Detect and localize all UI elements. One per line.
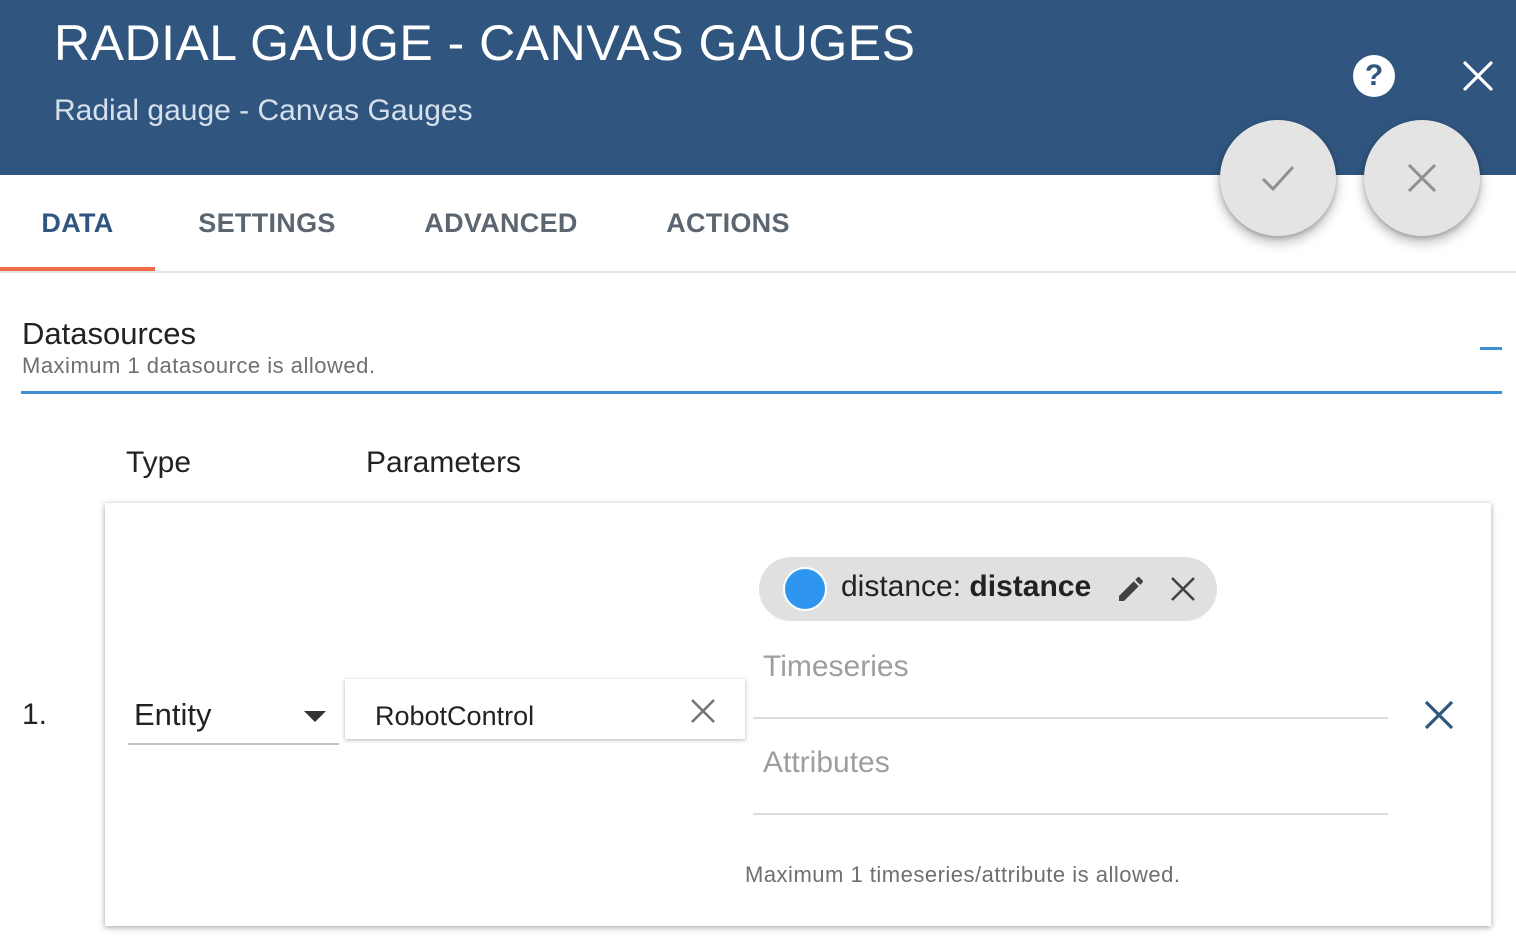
dialog-title: RADIAL GAUGE - CANVAS GAUGES [54, 15, 916, 71]
type-select-value: Entity [134, 697, 212, 732]
remove-key-icon[interactable] [1167, 573, 1199, 605]
datakey-text: distance: distance [841, 570, 1091, 604]
help-icon[interactable]: ? [1353, 55, 1395, 97]
type-select[interactable]: Entity [128, 693, 339, 745]
datasources-hint: Maximum 1 datasource is allowed. [22, 353, 376, 378]
clear-icon[interactable] [689, 697, 717, 725]
attributes-input[interactable]: Attributes [753, 739, 1388, 815]
remove-datasource-icon[interactable] [1421, 697, 1457, 733]
tab-settings[interactable]: SETTINGS [175, 175, 359, 271]
attributes-placeholder: Attributes [763, 746, 890, 779]
datakey-chip[interactable]: distance: distance [759, 557, 1217, 621]
edit-icon[interactable] [1115, 573, 1147, 605]
entity-autocomplete[interactable]: RobotControl [345, 679, 745, 739]
color-dot-icon[interactable] [783, 567, 827, 611]
datakey-label: distance [841, 570, 953, 603]
entity-value: RobotControl [375, 701, 535, 731]
timeseries-input[interactable]: Timeseries [753, 643, 1388, 719]
tab-bar: DATA SETTINGS ADVANCED ACTIONS [0, 175, 1516, 271]
column-header-parameters: Parameters [366, 446, 522, 479]
keys-hint: Maximum 1 timeseries/attribute is allowe… [745, 862, 1181, 887]
tab-actions[interactable]: ACTIONS [646, 175, 810, 271]
tab-advanced[interactable]: ADVANCED [404, 175, 598, 271]
tab-data[interactable]: DATA [0, 175, 155, 271]
section-divider [21, 391, 1502, 394]
datasource-index: 1. [22, 698, 48, 731]
tabs-divider [0, 271, 1516, 273]
datasources-title: Datasources [22, 316, 197, 351]
column-header-type: Type [126, 446, 192, 479]
dialog-subtitle: Radial gauge - Canvas Gauges [54, 94, 473, 127]
close-icon[interactable] [1455, 53, 1501, 99]
timeseries-placeholder: Timeseries [763, 650, 909, 683]
collapse-icon[interactable] [1480, 347, 1502, 350]
datasource-row: Entity RobotControl distance: distance T… [105, 503, 1491, 926]
datakey-name: distance [969, 570, 1092, 603]
dropdown-arrow-icon [304, 711, 326, 722]
datakey-separator: : [952, 570, 970, 603]
